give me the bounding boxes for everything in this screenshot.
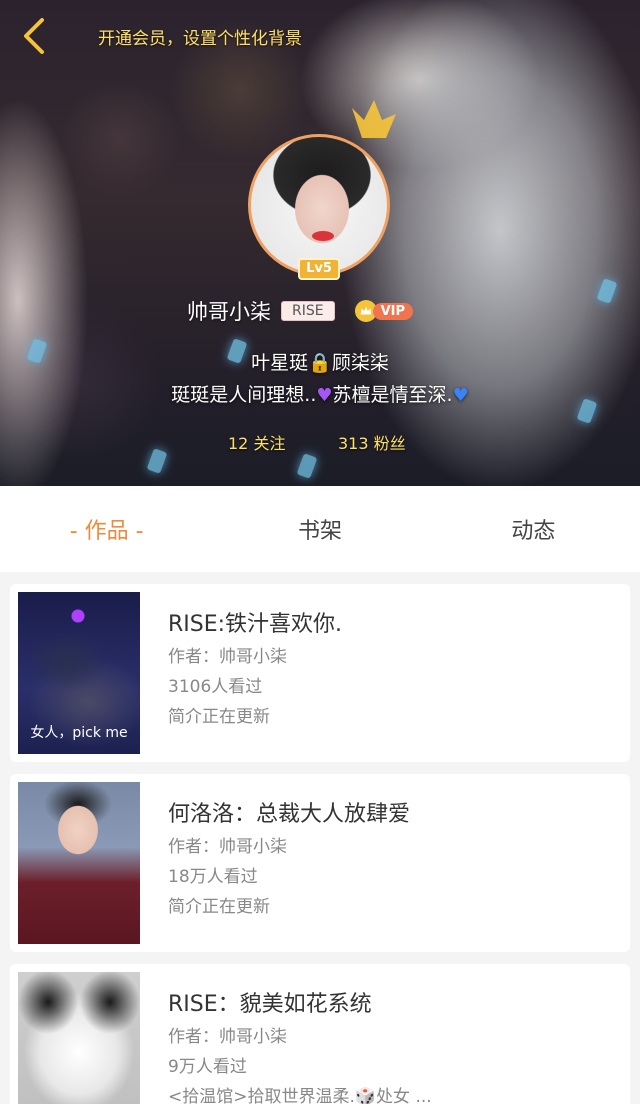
- work-card[interactable]: 何洛洛：总裁大人放肆爱 作者：帅哥小柒 18万人看过 简介正在更新: [10, 774, 630, 952]
- blue-heart-icon: ♥: [452, 385, 469, 406]
- work-views: 9万人看过: [168, 1057, 247, 1077]
- work-title[interactable]: RISE：貌美如花系统: [168, 986, 372, 1018]
- tab-activity[interactable]: 动态: [427, 513, 640, 545]
- tab-bookshelf[interactable]: 书架: [213, 513, 426, 545]
- avatar[interactable]: [248, 134, 390, 276]
- bio-line-2-mid: 苏檀是情至深.: [332, 384, 453, 406]
- work-views: 3106人看过: [168, 677, 263, 697]
- purple-heart-icon: ♥: [316, 385, 333, 406]
- work-card[interactable]: 女人，pick me RISE:铁汁喜欢你. 作者：帅哥小柒 3106人看过 简…: [10, 584, 630, 762]
- back-button[interactable]: [14, 14, 54, 58]
- bio-line-2: 珽珽是人间理想..♥苏檀是情至深.♥: [0, 380, 640, 407]
- work-summary: 简介正在更新: [168, 707, 270, 727]
- profile-header: 开通会员，设置个性化背景 Lv5 帅哥小柒 RISE VIP 叶星珽🔒顾柒柒 珽…: [0, 0, 640, 486]
- bio-line-1: 叶星珽🔒顾柒柒: [251, 352, 389, 374]
- background-lightstick: [146, 448, 168, 474]
- bio-line-2-text: 珽珽是人间理想..: [171, 384, 317, 406]
- work-summary: 简介正在更新: [168, 897, 270, 917]
- cover-caption: 女人，pick me: [30, 725, 128, 741]
- user-tag: RISE: [280, 301, 335, 321]
- username: 帅哥小柒: [186, 300, 271, 324]
- work-card[interactable]: RISE：貌美如花系统 作者：帅哥小柒 9万人看过 <拾温馆>拾取世界温柔.🎲处…: [10, 964, 630, 1104]
- work-author: 作者：帅哥小柒: [168, 837, 287, 857]
- work-cover[interactable]: 女人，pick me: [18, 592, 140, 754]
- work-cover[interactable]: [18, 972, 140, 1104]
- work-title[interactable]: 何洛洛：总裁大人放肆爱: [168, 796, 410, 828]
- work-cover[interactable]: [18, 782, 140, 944]
- level-badge: Lv5: [298, 258, 340, 280]
- work-title[interactable]: RISE:铁汁喜欢你.: [168, 606, 342, 638]
- vip-badge[interactable]: VIP: [372, 302, 414, 320]
- fans-count[interactable]: 313 粉丝: [338, 430, 406, 454]
- vip-background-link[interactable]: 开通会员，设置个性化背景: [98, 24, 302, 49]
- work-views: 18万人看过: [168, 867, 258, 887]
- following-count[interactable]: 12 关注: [228, 430, 285, 454]
- background-lightstick: [296, 453, 318, 479]
- work-author: 作者：帅哥小柒: [168, 1027, 287, 1047]
- avatar-detail: [312, 231, 334, 241]
- avatar-container[interactable]: Lv5: [248, 134, 390, 280]
- work-author: 作者：帅哥小柒: [168, 647, 287, 667]
- chevron-left-icon: [24, 18, 44, 54]
- work-summary: <拾温馆>拾取世界温柔.🎲处女 ...: [168, 1087, 432, 1104]
- tab-works[interactable]: - 作品 -: [0, 513, 213, 545]
- name-row: 帅哥小柒 RISE VIP: [0, 296, 640, 326]
- profile-tabs: - 作品 - 书架 动态: [0, 486, 640, 572]
